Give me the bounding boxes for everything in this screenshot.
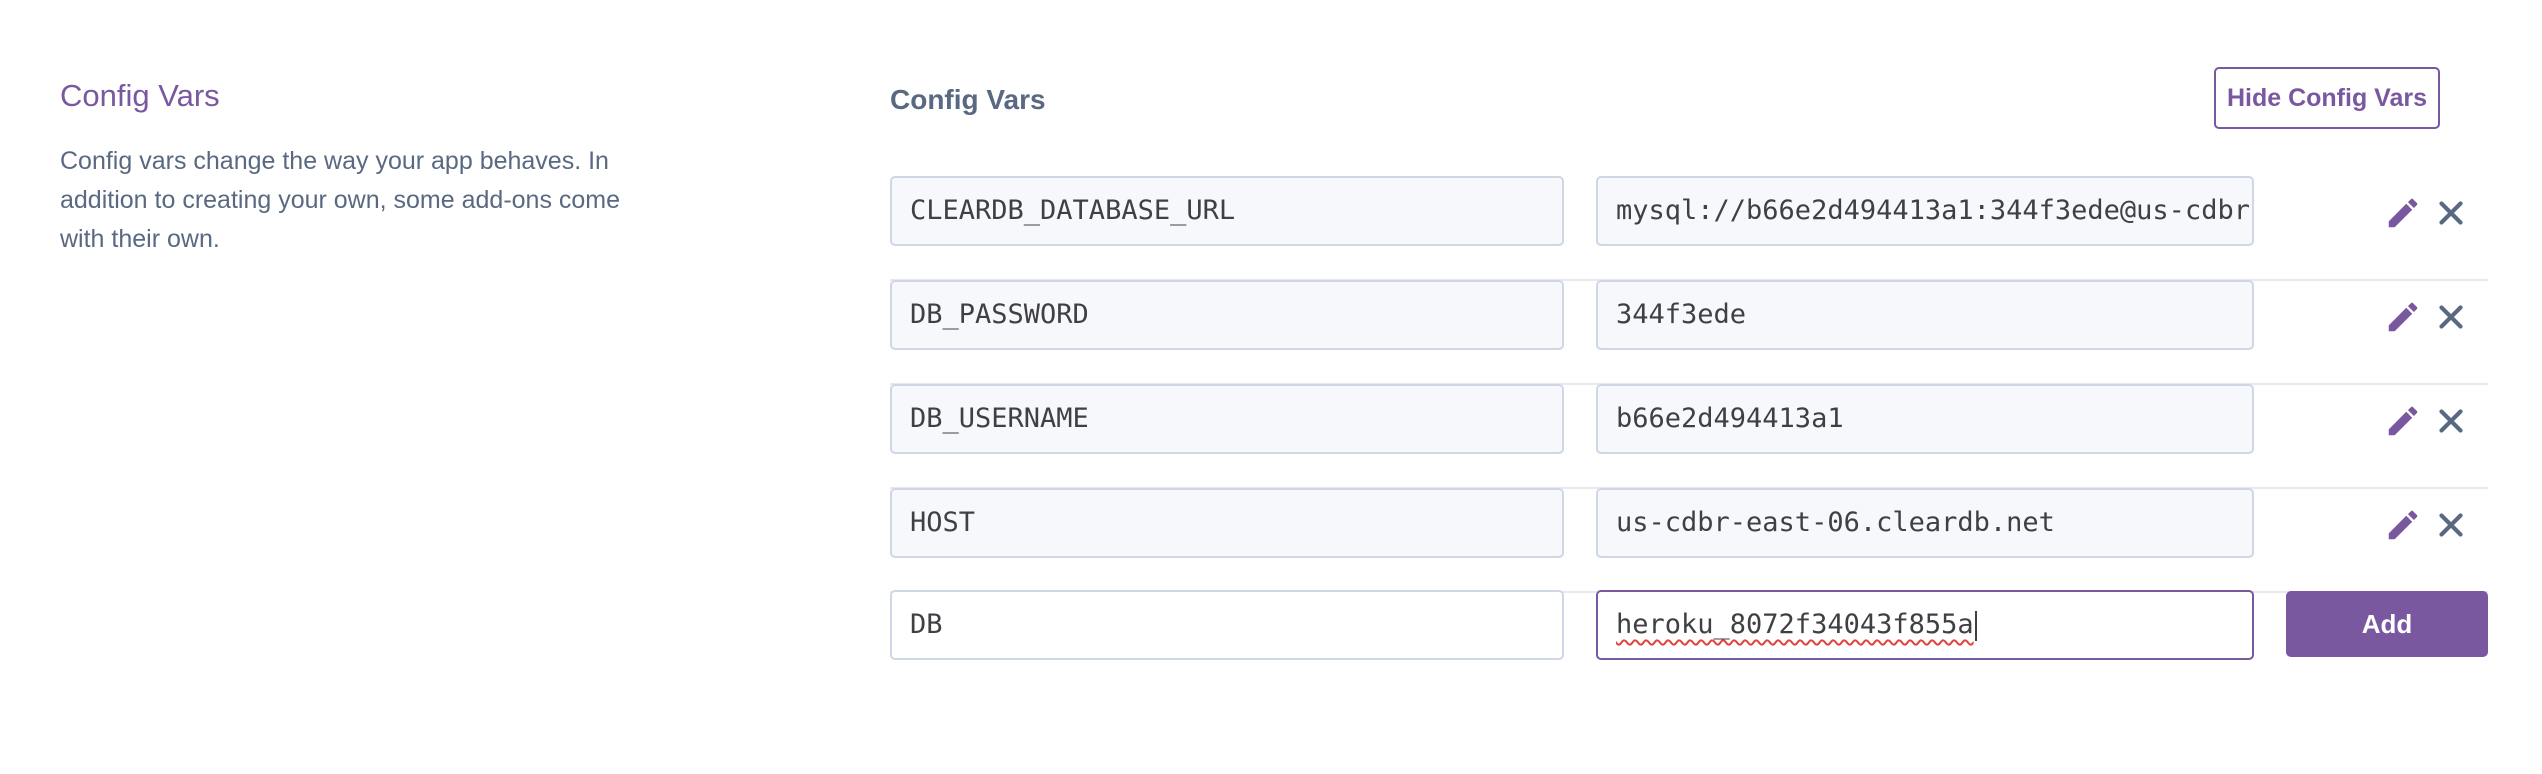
add-config-var-button[interactable]: Add — [2286, 591, 2488, 657]
config-vars-section-title: Config Vars — [60, 78, 220, 113]
pencil-icon — [2388, 510, 2418, 540]
config-var-value-field[interactable]: mysql://b66e2d494413a1:344f3ede@us-cdbr-… — [1596, 176, 2254, 246]
new-config-var-key-input[interactable]: DB — [890, 590, 1564, 660]
pencil-icon — [2388, 302, 2418, 332]
config-vars-panel-title: Config Vars — [890, 84, 1046, 115]
config-var-key-field[interactable]: HOST — [890, 488, 1564, 558]
remove-config-var-button[interactable] — [2432, 402, 2470, 440]
edit-config-var-button[interactable] — [2384, 298, 2422, 336]
new-config-var-value-text: heroku_8072f34043f855a — [1616, 609, 1974, 640]
config-var-row: HOST us-cdbr-east-06.cleardb.net — [890, 488, 2488, 593]
config-var-row: DB_PASSWORD 344f3ede — [890, 280, 2488, 385]
edit-config-var-button[interactable] — [2384, 402, 2422, 440]
config-vars-description: Config vars change the way your app beha… — [60, 147, 621, 253]
close-icon — [2439, 513, 2463, 537]
close-icon — [2439, 201, 2463, 225]
config-var-value-field[interactable]: b66e2d494413a1 — [1596, 384, 2254, 454]
remove-config-var-button[interactable] — [2432, 194, 2470, 232]
config-var-key-field[interactable]: DB_USERNAME — [890, 384, 1564, 454]
remove-config-var-button[interactable] — [2432, 506, 2470, 544]
config-var-key-field[interactable]: DB_PASSWORD — [890, 280, 1564, 350]
config-var-row: DB_USERNAME b66e2d494413a1 — [890, 384, 2488, 489]
edit-config-var-button[interactable] — [2384, 506, 2422, 544]
pencil-icon — [2388, 406, 2418, 436]
hide-config-vars-button[interactable]: Hide Config Vars — [2214, 67, 2440, 129]
close-icon — [2439, 305, 2463, 329]
config-var-value-field[interactable]: us-cdbr-east-06.cleardb.net — [1596, 488, 2254, 558]
config-var-key-field[interactable]: CLEARDB_DATABASE_URL — [890, 176, 1564, 246]
config-var-row: CLEARDB_DATABASE_URL mysql://b66e2d49441… — [890, 176, 2488, 281]
new-config-var-value-input[interactable]: heroku_8072f34043f855a — [1596, 590, 2254, 660]
remove-config-var-button[interactable] — [2432, 298, 2470, 336]
text-cursor — [1974, 610, 1977, 641]
pencil-icon — [2388, 198, 2418, 228]
close-icon — [2439, 409, 2463, 433]
config-var-value-field[interactable]: 344f3ede — [1596, 280, 2254, 350]
new-config-var-row: DB heroku_8072f34043f855a Add — [890, 590, 2488, 693]
edit-config-var-button[interactable] — [2384, 194, 2422, 232]
